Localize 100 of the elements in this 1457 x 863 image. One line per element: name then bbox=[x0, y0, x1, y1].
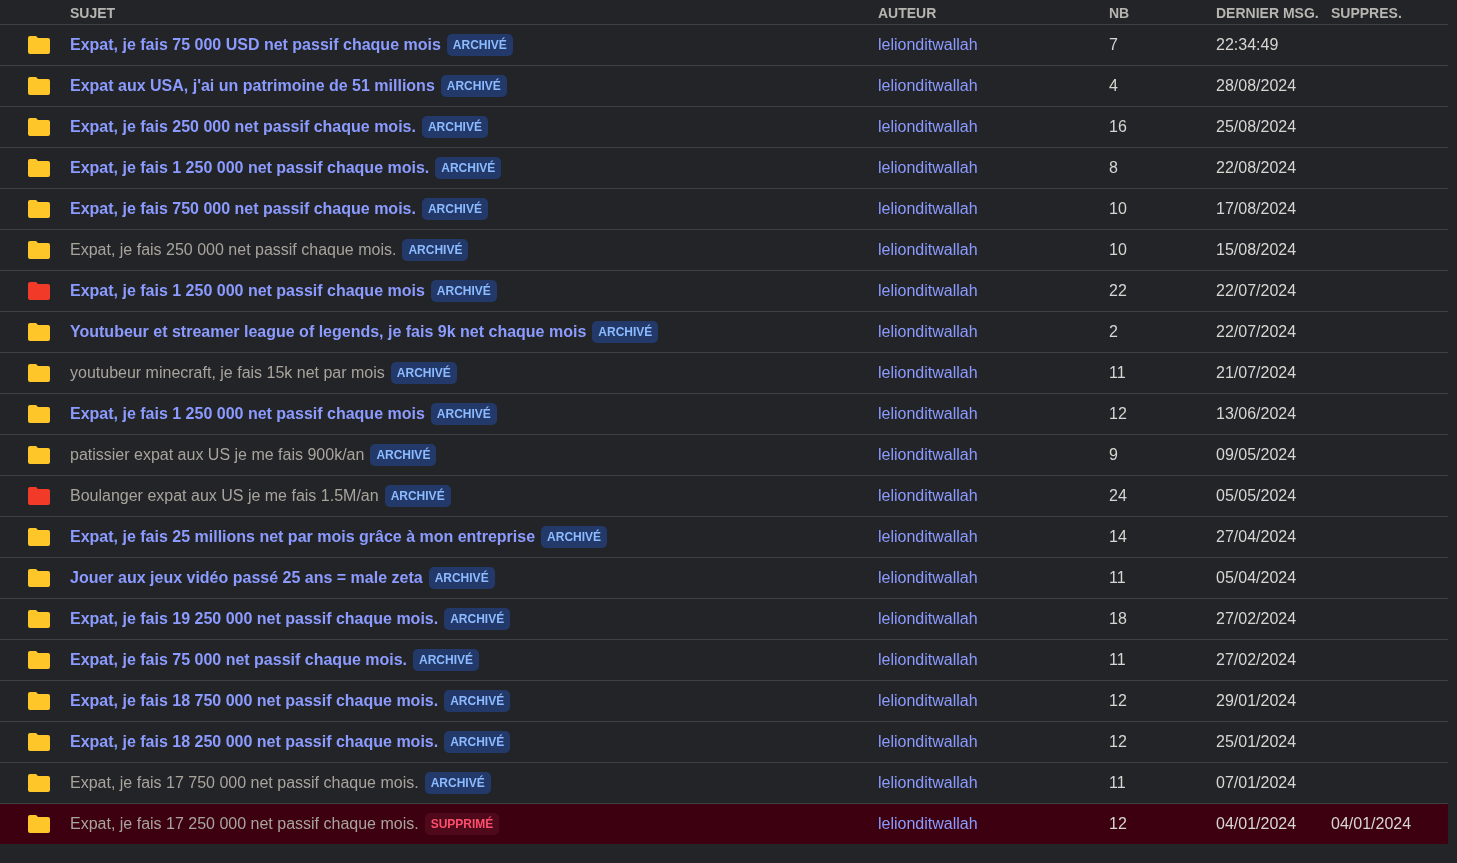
author-link[interactable]: lelionditwallah bbox=[878, 36, 1109, 54]
author-link[interactable]: lelionditwallah bbox=[878, 651, 1109, 669]
status-badge: ARCHIVÉ bbox=[421, 116, 488, 138]
topic-link[interactable]: Expat, je fais 75 000 USD net passif chaque mois bbox=[70, 36, 441, 54]
topic-link[interactable]: Expat, je fais 17 250 000 net passif chaque mois. bbox=[70, 815, 419, 833]
status-badge: ARCHIVÉ bbox=[541, 526, 608, 548]
topic-link[interactable]: Expat, je fais 17 750 000 net passif chaque mois. bbox=[70, 774, 419, 792]
last-message-date: 04/01/2024 bbox=[1216, 815, 1298, 833]
topic-link[interactable]: Expat, je fais 18 750 000 net passif chaque mois. bbox=[70, 692, 439, 710]
topic-link[interactable]: Expat, je fais 75 000 net passif chaque mois. bbox=[70, 651, 408, 669]
reply-count: 24 bbox=[1109, 487, 1128, 505]
last-message-date: 09/05/2024 bbox=[1216, 446, 1298, 464]
status-badge: ARCHIVÉ bbox=[444, 608, 511, 630]
topic-link[interactable]: Expat, je fais 1 250 000 net passif chaque mois. bbox=[70, 159, 430, 177]
status-badge: ARCHIVÉ bbox=[440, 75, 507, 97]
author-link[interactable]: lelionditwallah bbox=[878, 77, 1109, 95]
status-badge: ARCHIVÉ bbox=[402, 239, 469, 261]
reply-count: 9 bbox=[1109, 446, 1119, 464]
topic-link[interactable]: Jouer aux jeux vidéo passé 25 ans = male zeta bbox=[70, 569, 423, 587]
reply-count: 10 bbox=[1109, 200, 1128, 218]
last-message-date: 22:34:49 bbox=[1216, 36, 1280, 54]
topic-link[interactable]: Expat, je fais 250 000 net passif chaque mois. bbox=[70, 118, 416, 136]
topic-link[interactable]: Expat, je fais 18 250 000 net passif chaque mois. bbox=[70, 733, 439, 751]
reply-count: 18 bbox=[1109, 610, 1128, 628]
author-link[interactable]: lelionditwallah bbox=[878, 815, 1109, 833]
status-badge: ARCHIVÉ bbox=[430, 280, 497, 302]
topic-link[interactable]: Expat, je fais 25 millions net par mois grâce à mon entreprise bbox=[70, 528, 536, 546]
reply-count: 11 bbox=[1109, 364, 1127, 382]
last-message-date: 25/08/2024 bbox=[1216, 118, 1298, 136]
reply-count: 22 bbox=[1109, 282, 1128, 300]
column-header: NB bbox=[1109, 4, 1131, 21]
topic-link[interactable]: Expat, je fais 1 250 000 net passif chaque mois bbox=[70, 405, 425, 423]
last-message-date: 13/06/2024 bbox=[1216, 405, 1298, 423]
status-badge: ARCHIVÉ bbox=[430, 403, 497, 425]
author-link[interactable]: lelionditwallah bbox=[878, 282, 1109, 300]
last-message-date: 17/08/2024 bbox=[1216, 200, 1298, 218]
column-header: DERNIER MSG. bbox=[1216, 4, 1320, 21]
column-header: SUPPRES. bbox=[1331, 4, 1403, 21]
author-link[interactable]: lelionditwallah bbox=[878, 200, 1109, 218]
deletion-date: 04/01/2024 bbox=[1331, 815, 1413, 833]
status-badge: ARCHIVÉ bbox=[421, 198, 488, 220]
topic-link[interactable]: Boulanger expat aux US je me fais 1.5M/an bbox=[70, 487, 379, 505]
last-message-date: 21/07/2024 bbox=[1216, 364, 1298, 382]
last-message-date: 05/04/2024 bbox=[1216, 569, 1298, 587]
topic-link[interactable]: Expat, je fais 1 250 000 net passif chaque mois bbox=[70, 282, 425, 300]
author-link[interactable]: lelionditwallah bbox=[878, 118, 1109, 136]
reply-count: 2 bbox=[1109, 323, 1119, 341]
topic-link[interactable]: Expat, je fais 19 250 000 net passif chaque mois. bbox=[70, 610, 439, 628]
reply-count: 11 bbox=[1109, 569, 1127, 587]
author-link[interactable]: lelionditwallah bbox=[878, 159, 1109, 177]
author-link[interactable]: lelionditwallah bbox=[878, 364, 1109, 382]
topic-link[interactable]: Expat aux USA, j'ai un patrimoine de 51 millions bbox=[70, 77, 435, 95]
last-message-date: 07/01/2024 bbox=[1216, 774, 1298, 792]
topic-link[interactable]: Expat, je fais 250 000 net passif chaque mois. bbox=[70, 241, 397, 259]
last-message-date: 28/08/2024 bbox=[1216, 77, 1298, 95]
reply-count: 12 bbox=[1109, 692, 1128, 710]
author-link[interactable]: lelionditwallah bbox=[878, 405, 1109, 423]
status-badge: ARCHIVÉ bbox=[413, 649, 480, 671]
last-message-date: 05/05/2024 bbox=[1216, 487, 1298, 505]
topic-link[interactable]: patissier expat aux US je me fais 900k/an bbox=[70, 446, 365, 464]
reply-count: 8 bbox=[1109, 159, 1119, 177]
last-message-date: 25/01/2024 bbox=[1216, 733, 1298, 751]
reply-count: 7 bbox=[1109, 36, 1119, 54]
last-message-date: 22/07/2024 bbox=[1216, 282, 1298, 300]
author-link[interactable]: lelionditwallah bbox=[878, 323, 1109, 341]
reply-count: 16 bbox=[1109, 118, 1128, 136]
reply-count: 11 bbox=[1109, 774, 1127, 792]
topic-link[interactable]: youtubeur minecraft, je fais 15k net par mois bbox=[70, 364, 385, 382]
last-message-date: 27/02/2024 bbox=[1216, 651, 1298, 669]
reply-count: 12 bbox=[1109, 405, 1128, 423]
topic-link[interactable]: Expat, je fais 750 000 net passif chaque mois. bbox=[70, 200, 416, 218]
status-badge: ARCHIVÉ bbox=[390, 362, 457, 384]
status-badge: ARCHIVÉ bbox=[435, 157, 502, 179]
author-link[interactable]: lelionditwallah bbox=[878, 610, 1109, 628]
reply-count: 4 bbox=[1109, 77, 1119, 95]
reply-count: 12 bbox=[1109, 815, 1128, 833]
status-badge: ARCHIVÉ bbox=[592, 321, 659, 343]
last-message-date: 27/04/2024 bbox=[1216, 528, 1298, 546]
status-badge: ARCHIVÉ bbox=[424, 772, 491, 794]
reply-count: 12 bbox=[1109, 733, 1128, 751]
last-message-date: 15/08/2024 bbox=[1216, 241, 1298, 259]
reply-count: 10 bbox=[1109, 241, 1128, 259]
author-link[interactable]: lelionditwallah bbox=[878, 241, 1109, 259]
author-link[interactable]: lelionditwallah bbox=[878, 446, 1109, 464]
author-link[interactable]: lelionditwallah bbox=[878, 528, 1109, 546]
column-header: AUTEUR bbox=[878, 4, 938, 21]
reply-count: 11 bbox=[1109, 651, 1127, 669]
author-link[interactable]: lelionditwallah bbox=[878, 733, 1109, 751]
status-badge: SUPPRIMÉ bbox=[424, 813, 500, 835]
author-link[interactable]: lelionditwallah bbox=[878, 692, 1109, 710]
status-badge: ARCHIVÉ bbox=[444, 690, 511, 712]
status-badge: ARCHIVÉ bbox=[384, 485, 451, 507]
status-badge: ARCHIVÉ bbox=[428, 567, 495, 589]
author-link[interactable]: lelionditwallah bbox=[878, 774, 1109, 792]
last-message-date: 29/01/2024 bbox=[1216, 692, 1298, 710]
last-message-date: 22/07/2024 bbox=[1216, 323, 1298, 341]
author-link[interactable]: lelionditwallah bbox=[878, 487, 1109, 505]
status-badge: ARCHIVÉ bbox=[370, 444, 437, 466]
author-link[interactable]: lelionditwallah bbox=[878, 569, 1109, 587]
topic-link[interactable]: Youtubeur et streamer league of legends, je fais 9k net chaque mois bbox=[70, 323, 587, 341]
